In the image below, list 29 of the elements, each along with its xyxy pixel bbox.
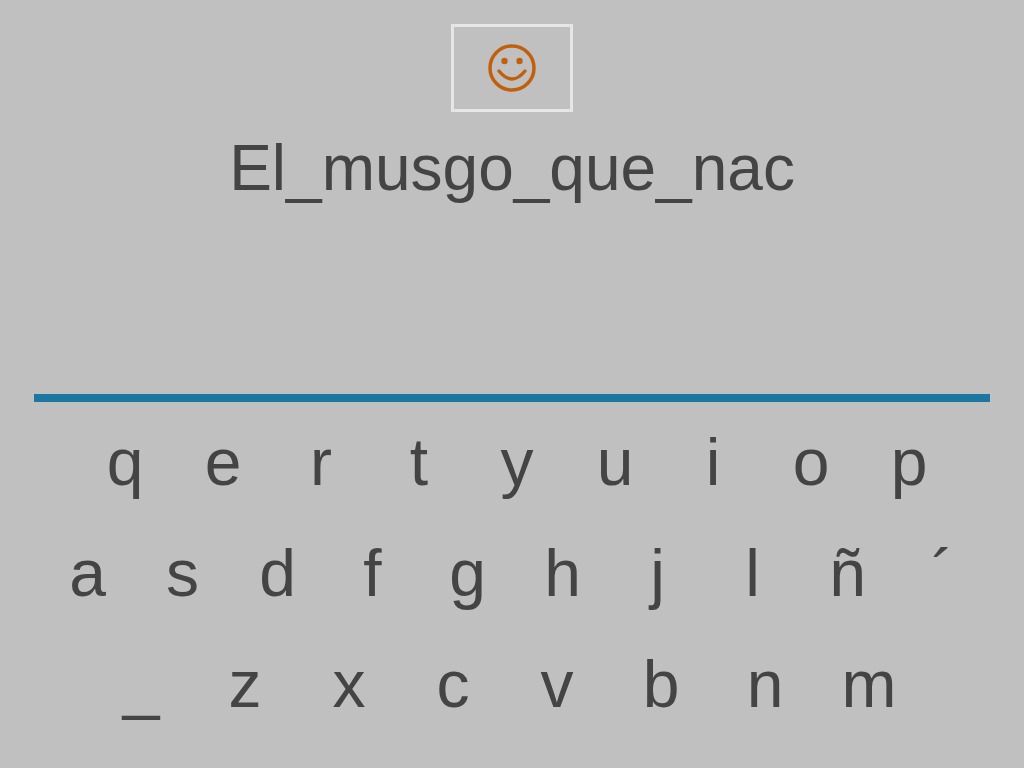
letter-key[interactable]: j xyxy=(610,524,705,621)
letter-key[interactable]: n xyxy=(713,635,817,732)
letter-key[interactable]: a xyxy=(40,524,135,621)
letter-key[interactable]: q xyxy=(76,413,174,510)
letter-key[interactable]: b xyxy=(609,635,713,732)
letter-key[interactable]: x xyxy=(297,635,401,732)
letter-key[interactable]: c xyxy=(401,635,505,732)
letter-key[interactable]: s xyxy=(135,524,230,621)
letter-key[interactable]: u xyxy=(566,413,664,510)
letter-key[interactable]: y xyxy=(468,413,566,510)
letter-key[interactable]: f xyxy=(325,524,420,621)
letter-key[interactable]: g xyxy=(420,524,515,621)
letter-key[interactable]: r xyxy=(272,413,370,510)
letter-key[interactable]: _ xyxy=(89,635,193,732)
letter-key[interactable]: o xyxy=(762,413,860,510)
letter-key[interactable]: ´ xyxy=(895,524,990,621)
phrase-text: El_musgo_que_nac xyxy=(229,132,795,204)
letter-key[interactable]: i xyxy=(664,413,762,510)
smiley-icon xyxy=(487,43,537,93)
letter-key[interactable]: t xyxy=(370,413,468,510)
letter-key[interactable]: h xyxy=(515,524,610,621)
letter-key[interactable]: ñ xyxy=(800,524,895,621)
letter-key[interactable]: e xyxy=(174,413,272,510)
letter-key[interactable]: d xyxy=(230,524,325,621)
letter-key[interactable]: z xyxy=(193,635,297,732)
letter-key[interactable]: p xyxy=(860,413,958,510)
letter-key[interactable]: l xyxy=(705,524,800,621)
letter-key[interactable]: m xyxy=(817,635,921,732)
letter-key[interactable]: v xyxy=(505,635,609,732)
